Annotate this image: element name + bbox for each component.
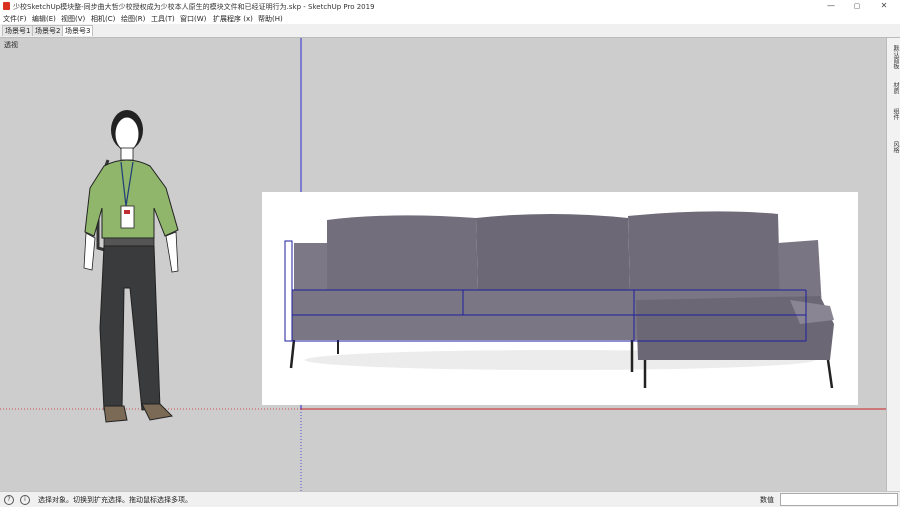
scene-canvas[interactable]: [0, 38, 886, 491]
sketchup-logo-icon: [3, 2, 10, 10]
minimize-button[interactable]: —: [824, 1, 838, 11]
menu-edit[interactable]: 编辑(E): [32, 14, 56, 24]
menu-camera[interactable]: 相机(C): [91, 14, 115, 24]
tray-tab-components[interactable]: 组件: [889, 106, 899, 122]
menu-help[interactable]: 帮助(H): [258, 14, 283, 24]
menu-file[interactable]: 文件(F): [3, 14, 27, 24]
status-bar: ? i 选择对象。切换到扩充选择。拖动鼠标选择多项。 数值: [0, 491, 900, 507]
close-button[interactable]: ✕: [877, 1, 891, 11]
tray-tab-default[interactable]: 默认面板: [889, 42, 899, 72]
menu-window[interactable]: 窗口(W): [180, 14, 206, 24]
default-tray: 默认面板 材质 组件 风格: [886, 38, 900, 491]
tray-tab-materials[interactable]: 材质: [889, 80, 899, 96]
menu-extensions[interactable]: 扩展程序 (x): [213, 14, 253, 24]
title-bar: 少校SketchUp模块整-同步曲大哲少校授权成为少校本人原生的模块文件和已经证…: [0, 0, 900, 13]
drawing-viewport[interactable]: 透视: [0, 38, 886, 491]
menu-tools[interactable]: 工具(T): [151, 14, 175, 24]
scene-tab-3[interactable]: 场景号3: [62, 25, 94, 36]
status-message: 选择对象。切换到扩充选择。拖动鼠标选择多项。: [38, 496, 192, 504]
window-title: 少校SketchUp模块整-同步曲大哲少校授权成为少校本人原生的模块文件和已经证…: [13, 3, 375, 11]
menu-bar: 文件(F) 编辑(E) 视图(V) 相机(C) 绘图(R) 工具(T) 窗口(W…: [0, 13, 900, 24]
measurements-label: 数值: [760, 496, 774, 504]
scene-tab-1[interactable]: 场景号1: [2, 25, 34, 36]
menu-view[interactable]: 视图(V): [61, 14, 85, 24]
sofa-image[interactable]: [262, 192, 858, 405]
scene-tab-2[interactable]: 场景号2: [32, 25, 64, 36]
maximize-button[interactable]: ▢: [850, 1, 864, 11]
info-icon[interactable]: i: [20, 495, 30, 505]
tray-tab-styles[interactable]: 风格: [889, 132, 899, 162]
help-icon[interactable]: ?: [4, 495, 14, 505]
menu-draw[interactable]: 绘图(R): [121, 14, 145, 24]
scene-tabs-bar: 场景号1 场景号2 场景号3: [0, 24, 900, 38]
measurements-input[interactable]: [780, 493, 898, 506]
scale-figure[interactable]: [83, 110, 179, 423]
